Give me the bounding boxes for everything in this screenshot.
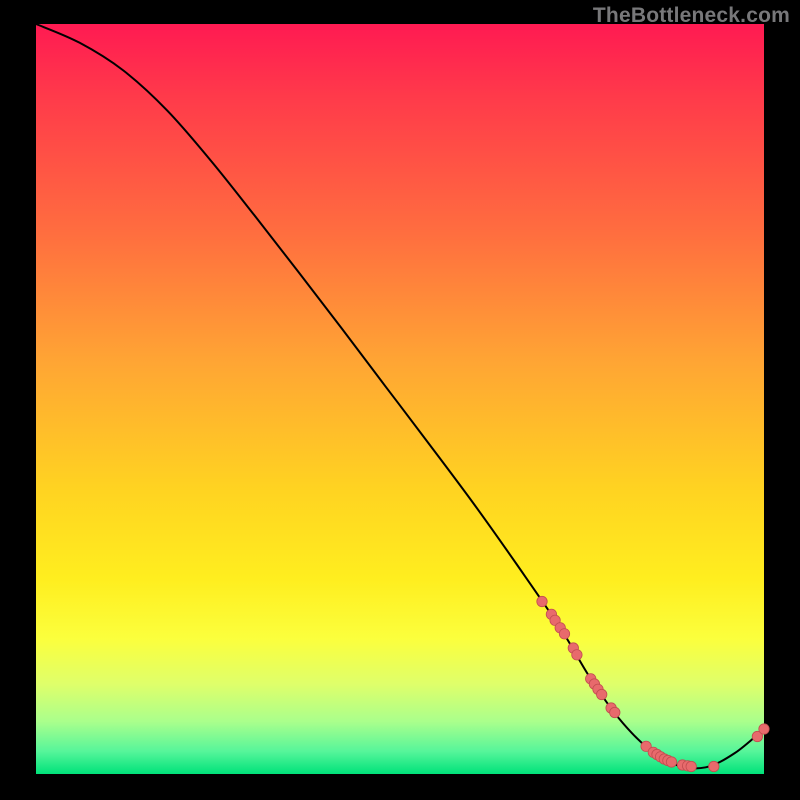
data-marker <box>597 689 607 699</box>
data-marker <box>537 596 547 606</box>
marker-layer <box>537 596 769 771</box>
data-marker <box>572 650 582 660</box>
chart-frame: TheBottleneck.com <box>0 0 800 800</box>
data-marker <box>559 629 569 639</box>
data-marker <box>686 761 696 771</box>
data-marker <box>709 761 719 771</box>
bottleneck-curve <box>36 24 764 768</box>
watermark-label: TheBottleneck.com <box>593 4 790 28</box>
chart-svg <box>36 24 764 774</box>
plot-area <box>36 24 764 774</box>
data-marker <box>759 724 769 734</box>
data-marker <box>610 707 620 717</box>
data-marker <box>666 757 676 767</box>
